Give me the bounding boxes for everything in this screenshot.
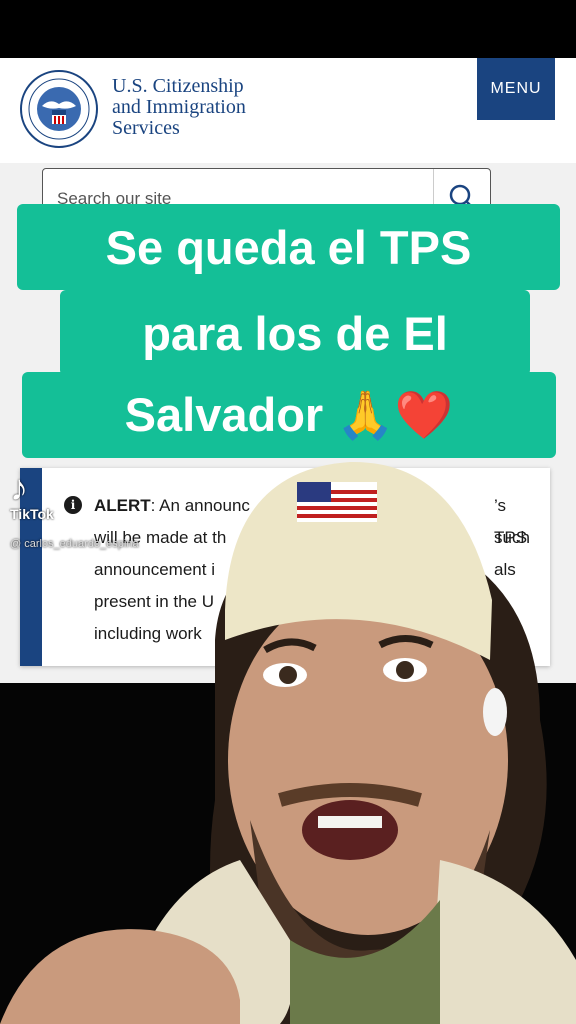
tiktok-brand: TikTok bbox=[10, 506, 54, 522]
site-header: U.S. Citizenship and Immigration Service… bbox=[0, 58, 576, 163]
brand-line-2: and Immigration bbox=[112, 96, 246, 118]
tiktok-watermark: ♪ TikTok bbox=[10, 467, 54, 523]
info-icon: i bbox=[64, 496, 82, 514]
brand-line-1: U.S. Citizenship bbox=[112, 75, 244, 97]
alert-text: ALERT: An announc’s TPS will be made at … bbox=[94, 490, 534, 650]
menu-button[interactable]: MENU bbox=[477, 58, 555, 120]
alert-line-5: including work bbox=[94, 624, 202, 643]
caption-line-2: para los de El bbox=[60, 290, 530, 376]
alert-line-1: : An announc bbox=[150, 496, 250, 515]
alert-label: ALERT bbox=[94, 496, 151, 515]
caption-line-3: Salvador 🙏❤️ bbox=[22, 372, 556, 458]
alert-line-4: present in the U bbox=[94, 592, 215, 611]
caption-line-1: Se queda el TPS bbox=[17, 204, 560, 290]
tiktok-username: @ carlos_eduardo_espina bbox=[10, 538, 139, 550]
alert-line-3-end: als bbox=[494, 560, 516, 579]
video-top-bar bbox=[0, 0, 576, 58]
uscis-brand[interactable]: U.S. Citizenship and Immigration Service… bbox=[112, 76, 246, 139]
tiktok-logo-icon: ♪ bbox=[10, 467, 28, 508]
alert-line-3: announcement i bbox=[94, 560, 215, 579]
alert-line-4-end: n bbox=[494, 592, 504, 611]
dhs-seal-logo[interactable] bbox=[20, 70, 98, 148]
brand-line-3: Services bbox=[112, 117, 180, 139]
tps-alert-box: i ALERT: An announc’s TPS will be made a… bbox=[20, 468, 550, 666]
alert-line-2-end: such bbox=[494, 528, 530, 547]
